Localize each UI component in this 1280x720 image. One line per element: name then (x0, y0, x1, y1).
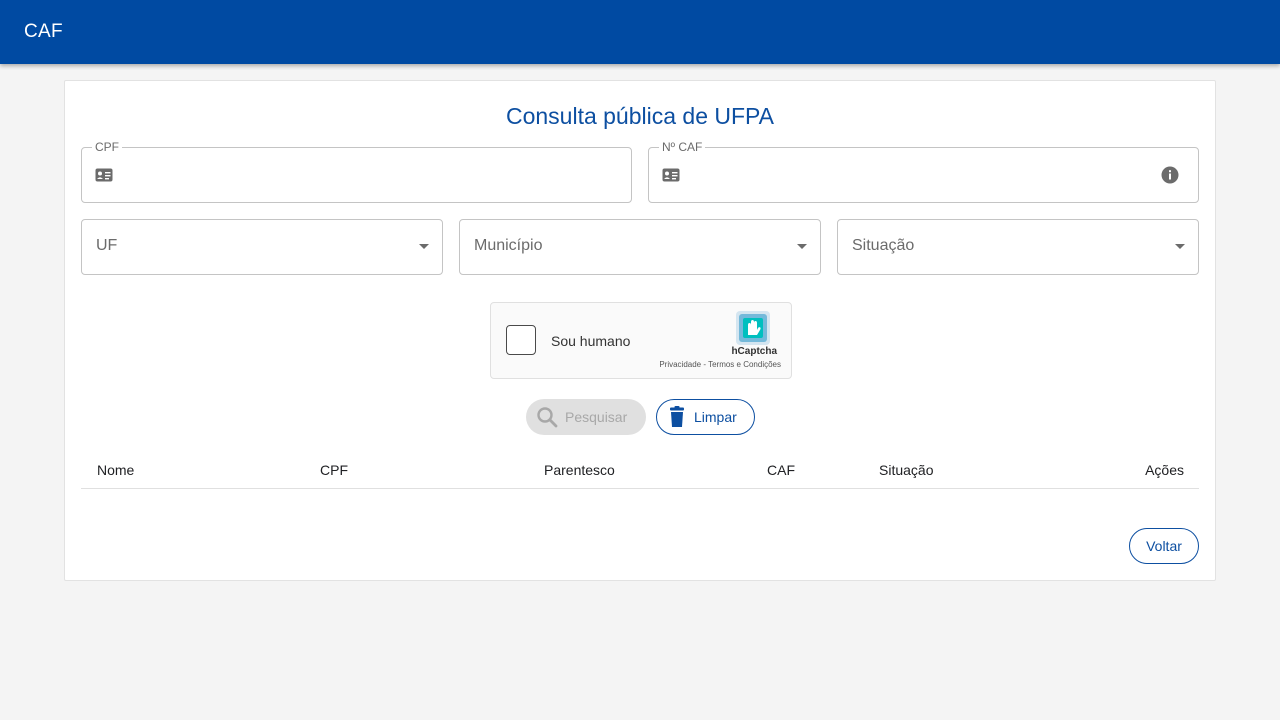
column-header-cpf[interactable]: CPF (320, 462, 348, 478)
top-app-bar: CAF (0, 0, 1280, 64)
page-title: Consulta pública de UFPA (505, 103, 775, 129)
municipio-select[interactable]: Município (459, 219, 821, 275)
uf-select-label: UF (96, 237, 118, 254)
search-button[interactable]: Pesquisar (526, 399, 646, 435)
captcha-brand: hCaptcha (731, 346, 777, 357)
column-header-caf[interactable]: CAF (767, 462, 795, 478)
captcha-checkbox[interactable] (506, 325, 536, 355)
column-header-situacao[interactable]: Situação (879, 462, 933, 478)
id-card-icon (662, 168, 680, 182)
column-header-acoes: Ações (1145, 462, 1184, 478)
dropdown-arrow-icon (1175, 244, 1185, 249)
hcaptcha-widget: Sou humano hCaptcha Privacidade - Termos… (490, 302, 792, 379)
column-header-nome[interactable]: Nome (97, 462, 134, 478)
results-table-header: Nome CPF Parentesco CAF Situação Ações (81, 451, 1199, 489)
search-button-label: Pesquisar (565, 409, 628, 425)
situacao-select[interactable]: Situação (837, 219, 1199, 275)
captcha-links[interactable]: Privacidade - Termos e Condições (659, 360, 781, 369)
search-card: Consulta pública de UFPA CPF Nº CAF UF M… (64, 80, 1216, 581)
column-header-parentesco[interactable]: Parentesco (544, 462, 615, 478)
id-card-icon (95, 168, 113, 182)
hcaptcha-logo-icon (736, 311, 770, 345)
caf-number-label: Nº CAF (659, 140, 706, 154)
caf-number-field[interactable]: Nº CAF (648, 140, 1199, 203)
app-title: CAF (24, 21, 63, 42)
clear-button[interactable]: Limpar (656, 399, 755, 435)
trash-icon (670, 406, 684, 427)
municipio-select-label: Município (474, 237, 543, 254)
back-button-label: Voltar (1146, 538, 1182, 554)
captcha-label: Sou humano (551, 333, 631, 349)
clear-button-label: Limpar (694, 409, 737, 425)
cpf-label: CPF (92, 140, 122, 154)
back-button[interactable]: Voltar (1129, 528, 1199, 564)
dropdown-arrow-icon (797, 244, 807, 249)
search-icon (537, 407, 558, 428)
uf-select[interactable]: UF (81, 219, 443, 275)
cpf-field[interactable]: CPF (81, 140, 632, 203)
situacao-select-label: Situação (852, 237, 915, 254)
dropdown-arrow-icon (419, 244, 429, 249)
info-icon[interactable] (1161, 166, 1179, 184)
